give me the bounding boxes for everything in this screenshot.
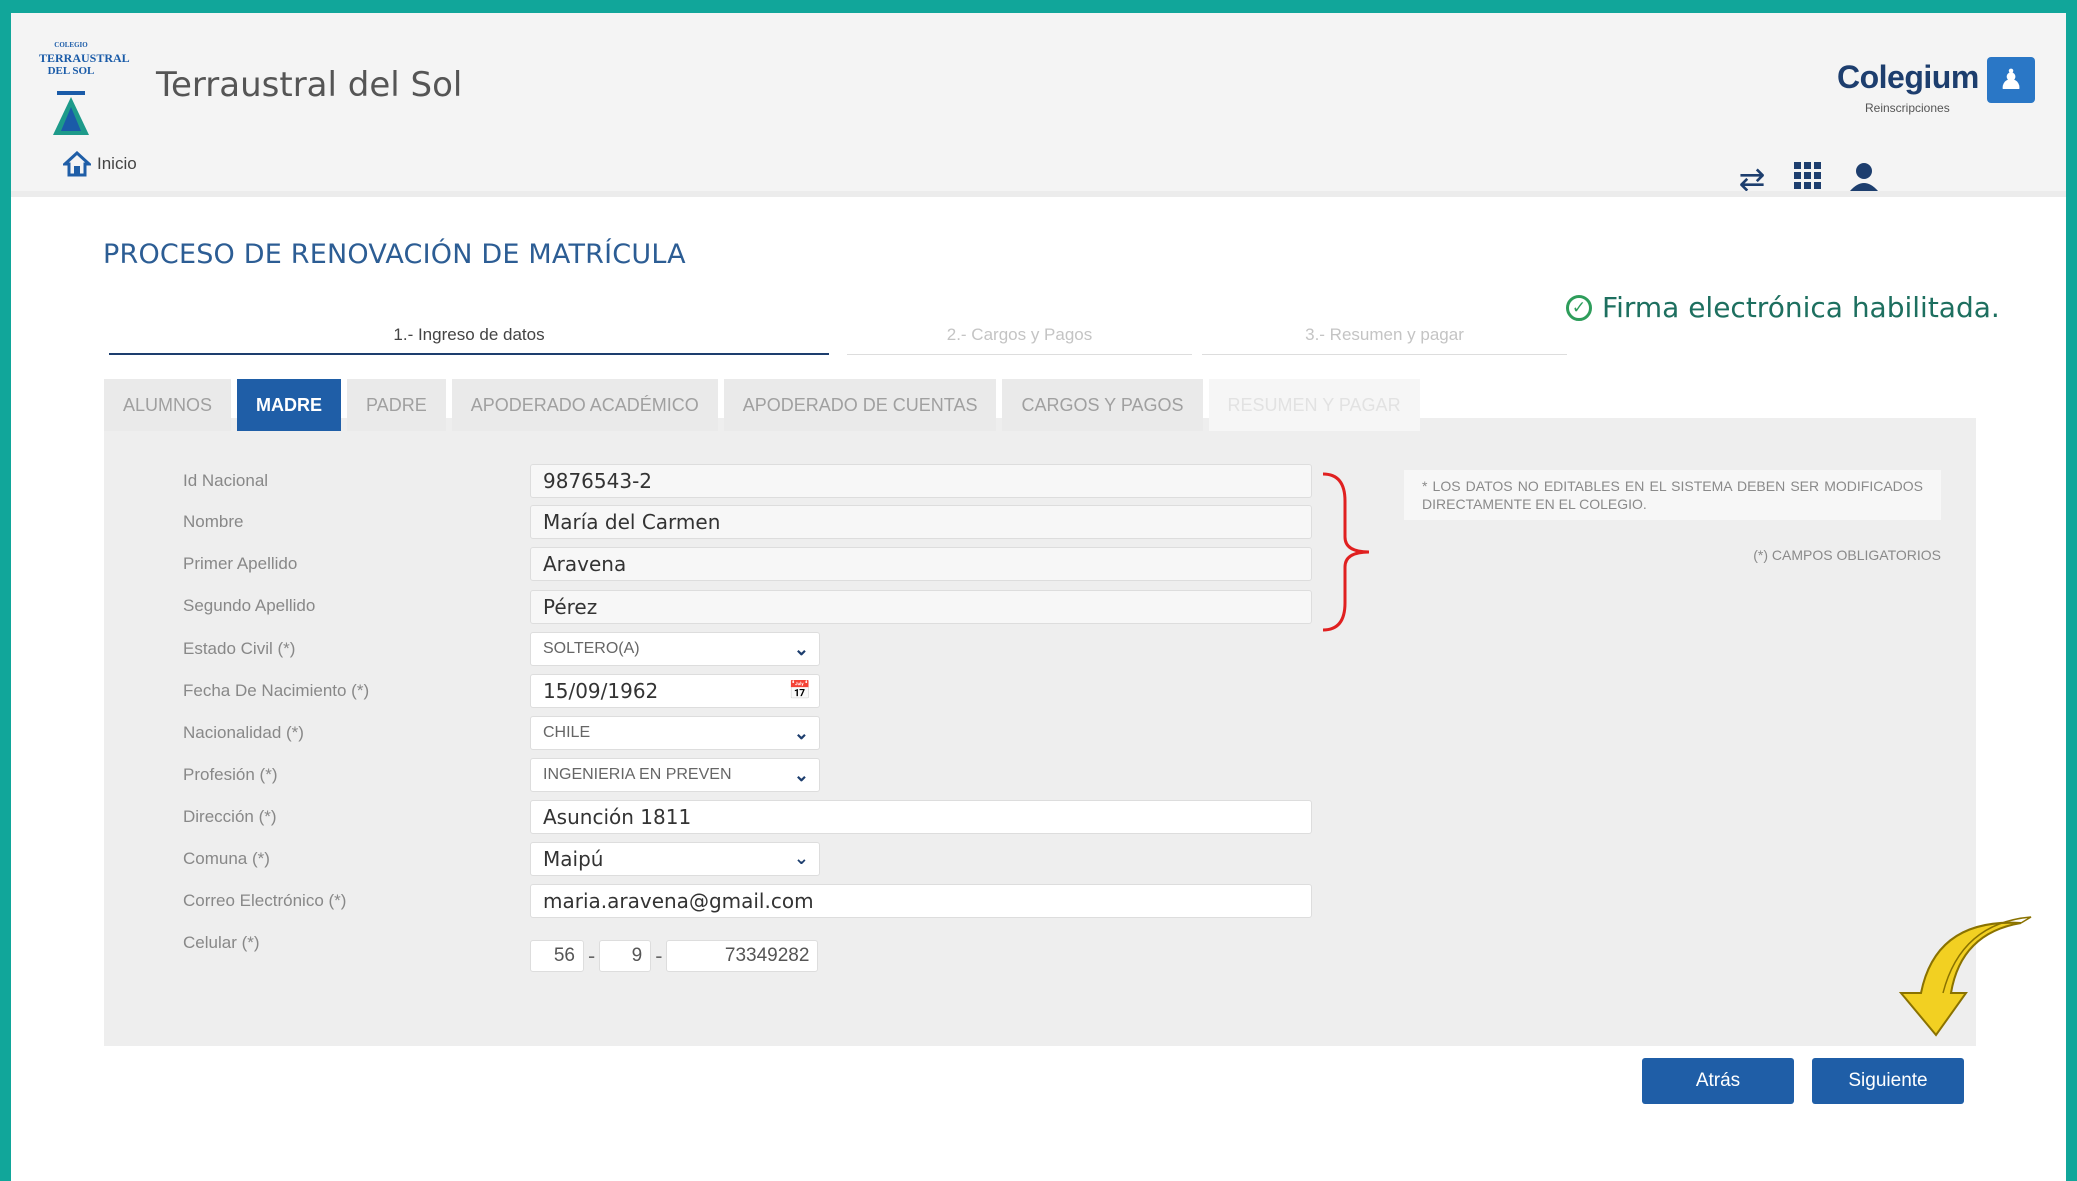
chevron-down-icon: ⌄ (793, 765, 809, 785)
step-ingreso-datos: 1.- Ingreso de datos (109, 325, 829, 355)
brand-person-icon: ♟ (1987, 57, 2035, 103)
tab-apoderado-academico[interactable]: APODERADO ACADÉMICO (451, 379, 718, 431)
brand-name: Colegium (1837, 59, 1979, 95)
celular-number-input[interactable]: 73349282 (666, 940, 819, 972)
label-nacionalidad: Nacionalidad (*) (183, 723, 304, 742)
profesion-value: INGENIERIA EN PREVEN (543, 766, 732, 783)
home-label: Inicio (97, 154, 137, 173)
required-fields-note: (*) CAMPOS OBLIGATORIOS (1753, 547, 1941, 563)
tab-bar: ALUMNOS MADRE PADRE APODERADO ACADÉMICO … (104, 379, 1420, 431)
nombre-field[interactable]: María del Carmen (530, 505, 1312, 539)
header-bar: COLEGIO TERRAUSTRAL DEL SOL Terraustral … (11, 13, 2066, 197)
tab-cargos-pagos[interactable]: CARGOS Y PAGOS (1002, 379, 1203, 431)
label-fecha-nacimiento: Fecha De Nacimiento (*) (183, 681, 370, 700)
home-icon (63, 151, 91, 177)
siguiente-button[interactable]: Siguiente (1812, 1058, 1964, 1104)
atras-button[interactable]: Atrás (1642, 1058, 1794, 1104)
colegium-brand[interactable]: Colegium Reinscripciones ♟ (1837, 49, 2037, 121)
label-primer-apellido: Primer Apellido (183, 554, 298, 573)
celular-area-input[interactable]: 9 (599, 940, 652, 972)
label-id-nacional: Id Nacional (183, 471, 269, 490)
celular-field-group: 56 - 9 - 73349282 (530, 940, 819, 972)
header-divider (11, 191, 2066, 197)
breadcrumb-home[interactable]: Inicio (63, 151, 137, 177)
label-direccion: Dirección (*) (183, 807, 277, 826)
celular-country-input[interactable]: 56 (530, 940, 584, 972)
page-title: PROCESO DE RENOVACIÓN DE MATRÍCULA (103, 239, 686, 270)
primer-apellido-field[interactable]: Aravena (530, 547, 1312, 581)
logo-emblem-icon (53, 91, 89, 135)
direccion-field[interactable]: Asunción 1811 (530, 800, 1312, 834)
comuna-select[interactable]: Maipú ⌄ (530, 842, 820, 876)
tab-madre[interactable]: MADRE (237, 379, 342, 431)
chevron-down-icon: ⌄ (793, 723, 809, 743)
firma-status-text: Firma electrónica habilitada. (1602, 291, 2000, 324)
label-profesion: Profesión (*) (183, 765, 278, 784)
tab-alumnos[interactable]: ALUMNOS (104, 379, 232, 431)
label-correo: Correo Electrónico (*) (183, 891, 347, 910)
phone-separator: - (655, 944, 663, 968)
chevron-down-icon: ⌄ (793, 639, 809, 659)
nacionalidad-select[interactable]: CHILE ⌄ (530, 716, 820, 750)
tab-padre[interactable]: PADRE (347, 379, 446, 431)
estado-civil-value: SOLTERO(A) (543, 640, 640, 657)
label-celular: Celular (*) (183, 933, 260, 952)
annotation-brace (1322, 472, 1370, 632)
non-editable-note: * LOS DATOS NO EDITABLES EN EL SISTEMA D… (1404, 470, 1941, 520)
label-comuna: Comuna (*) (183, 849, 270, 868)
chevron-down-icon: ⌄ (793, 848, 809, 869)
profesion-select[interactable]: INGENIERIA EN PREVEN ⌄ (530, 758, 820, 792)
step-resumen-pagar: 3.- Resumen y pagar (1202, 325, 1567, 355)
label-nombre: Nombre (183, 512, 244, 531)
estado-civil-select[interactable]: SOLTERO(A) ⌄ (530, 632, 820, 666)
fecha-nacimiento-field[interactable]: 15/09/1962 📅 (530, 674, 820, 708)
check-circle-icon: ✓ (1566, 294, 1592, 321)
firma-status: ✓ Firma electrónica habilitada. (1566, 291, 2000, 324)
comuna-value: Maipú (543, 847, 604, 871)
label-segundo-apellido: Segundo Apellido (183, 596, 316, 615)
school-logo[interactable]: COLEGIO TERRAUSTRAL DEL SOL (39, 35, 130, 143)
calendar-icon[interactable]: 📅 (789, 675, 811, 707)
segundo-apellido-field[interactable]: Pérez (530, 590, 1312, 624)
label-estado-civil: Estado Civil (*) (183, 639, 296, 658)
annotation-arrow-icon (1898, 916, 2032, 1037)
app-window: COLEGIO TERRAUSTRAL DEL SOL Terraustral … (11, 13, 2066, 1181)
fecha-nacimiento-value: 15/09/1962 (543, 679, 659, 703)
correo-field[interactable]: maria.aravena@gmail.com (530, 884, 1312, 918)
progress-steps: 1.- Ingreso de datos 2.- Cargos y Pagos … (109, 325, 1569, 355)
nacionalidad-value: CHILE (543, 724, 591, 741)
step-cargos-pagos: 2.- Cargos y Pagos (847, 325, 1192, 355)
id-nacional-field[interactable]: 9876543-2 (530, 464, 1312, 498)
brand-subtitle: Reinscripciones (1865, 101, 1950, 115)
tab-resumen-pagar: RESUMEN Y PAGAR (1208, 379, 1420, 431)
tab-apoderado-cuentas[interactable]: APODERADO DE CUENTAS (723, 379, 997, 431)
phone-separator: - (588, 944, 596, 968)
school-name: Terraustral del Sol (156, 65, 463, 105)
